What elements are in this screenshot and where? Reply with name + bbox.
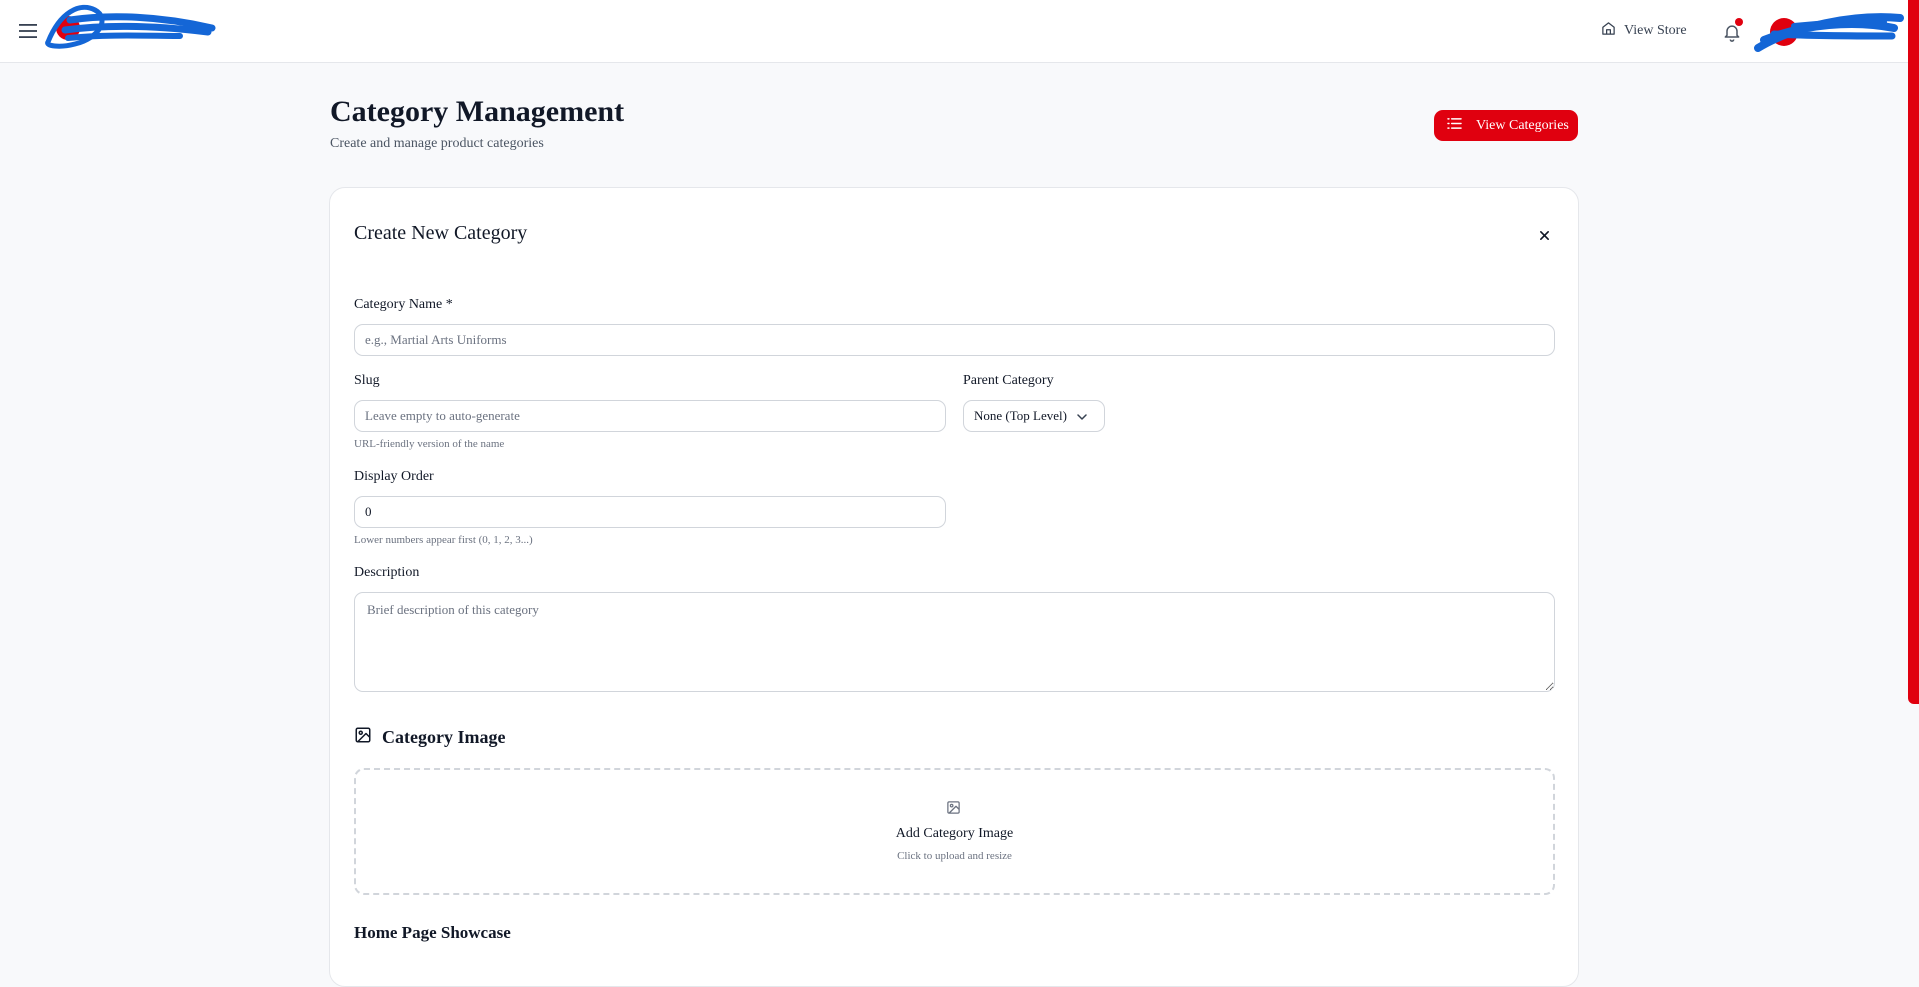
home-icon xyxy=(1601,21,1616,41)
slug-input[interactable] xyxy=(354,400,946,432)
parent-category-select[interactable]: None (Top Level) xyxy=(963,400,1105,432)
notifications-button[interactable] xyxy=(1720,18,1744,44)
close-icon[interactable] xyxy=(1533,224,1555,246)
home-page-showcase-heading: Home Page Showcase xyxy=(354,923,511,942)
brand-logo[interactable] xyxy=(40,2,220,54)
image-upload-dropzone[interactable]: Add Category Image Click to upload and r… xyxy=(354,768,1555,895)
hamburger-menu-icon[interactable] xyxy=(17,20,39,42)
slug-hint: URL-friendly version of the name xyxy=(354,438,505,450)
category-image-heading: Category Image xyxy=(354,726,505,749)
description-label: Description xyxy=(354,565,420,580)
top-bar: View Store xyxy=(0,0,1919,63)
chevron-down-icon xyxy=(1077,408,1087,424)
image-placeholder-icon xyxy=(946,800,962,816)
image-icon xyxy=(354,726,372,749)
view-categories-label: View Categories xyxy=(1476,117,1569,133)
view-store-link[interactable]: View Store xyxy=(1601,20,1687,42)
view-categories-button[interactable]: View Categories xyxy=(1434,110,1578,141)
parent-category-value: None (Top Level) xyxy=(974,408,1067,423)
parent-category-label: Parent Category xyxy=(963,373,1054,388)
slug-label: Slug xyxy=(354,373,380,388)
notification-badge xyxy=(1735,18,1743,26)
upload-subtitle: Click to upload and resize xyxy=(897,850,1012,862)
list-icon xyxy=(1447,117,1462,135)
page-subtitle: Create and manage product categories xyxy=(330,136,544,151)
page-title: Category Management xyxy=(330,95,625,128)
view-store-label: View Store xyxy=(1624,23,1687,38)
category-name-label: Category Name * xyxy=(354,297,453,312)
display-order-label: Display Order xyxy=(354,469,434,484)
form-title: Create New Category xyxy=(354,222,528,244)
category-name-input[interactable] xyxy=(354,324,1555,356)
user-menu[interactable] xyxy=(1754,6,1904,56)
category-image-title: Category Image xyxy=(382,727,506,747)
upload-title: Add Category Image xyxy=(895,826,1014,841)
description-textarea[interactable] xyxy=(354,592,1555,692)
display-order-hint: Lower numbers appear first (0, 1, 2, 3..… xyxy=(354,534,533,546)
display-order-input[interactable] xyxy=(354,496,946,528)
scrollbar-thumb[interactable] xyxy=(1908,0,1919,704)
create-category-card: Create New Category Category Name * Slug… xyxy=(329,187,1579,987)
